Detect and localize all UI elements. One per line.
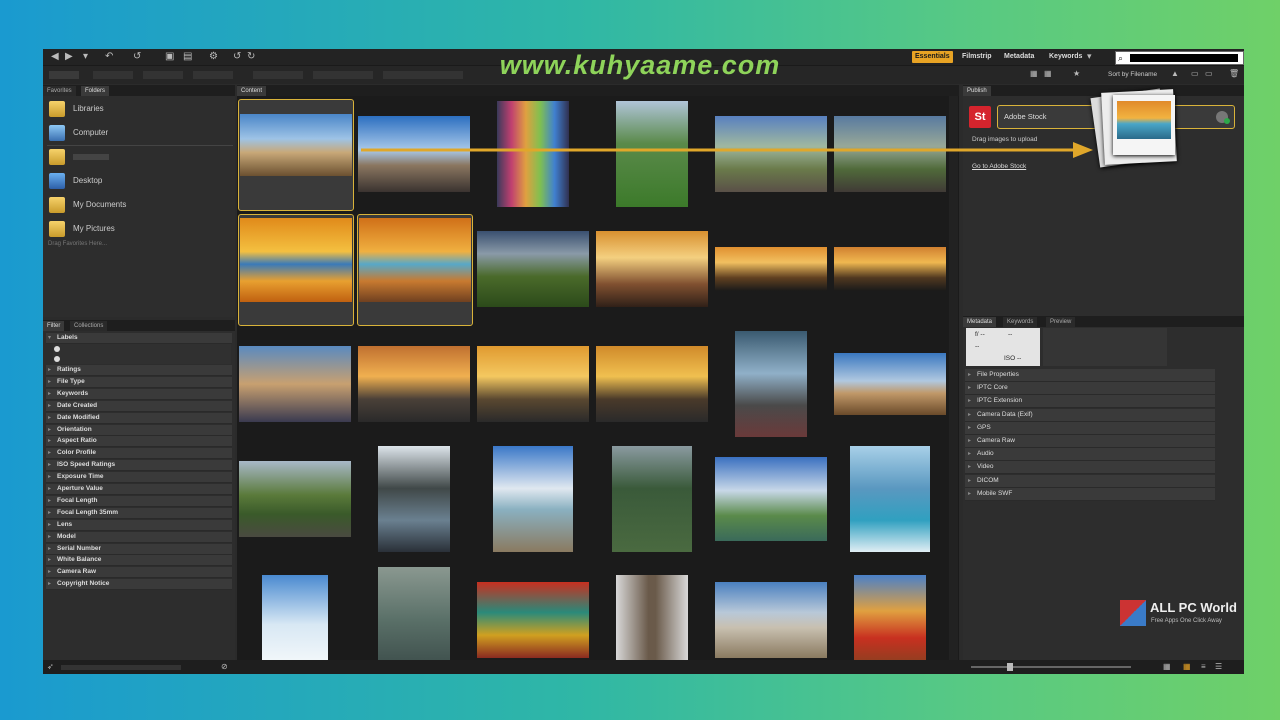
allpcworld-logo: ALL PC World Free Apps One Click Away (1120, 596, 1250, 630)
metadata-section-camera-raw[interactable]: ▸ Camera Raw (965, 435, 1215, 448)
tab-preview[interactable]: Preview (1046, 317, 1076, 327)
list-view-icon[interactable]: ☰ (1215, 662, 1222, 672)
site-watermark: www.kuhyaame.com (499, 50, 781, 80)
bridge-window: ◀ ▶ ▾ ↶ ↺ ▣ ▤ ⚙ ↺ ↻ Essentials Filmstrip… (43, 49, 1244, 674)
metadata-section-file-properties[interactable]: ▸ File Properties (965, 369, 1215, 382)
camera-info-box: f/ -- -- -- ISO -- (966, 328, 1040, 366)
expand-icon: ▸ (968, 464, 972, 471)
thumbnail-view-icon[interactable]: ▦ (1183, 662, 1191, 672)
expand-icon: ▸ (968, 398, 972, 405)
filter-toggle-icon[interactable]: ⊘ (221, 662, 228, 672)
expand-icon: ▸ (968, 451, 972, 458)
metadata-section-video[interactable]: ▸ Video (965, 461, 1215, 475)
expand-icon: ▸ (968, 490, 972, 497)
grid-view-icon[interactable]: ▦ (1163, 662, 1171, 672)
expand-icon: ▸ (968, 411, 972, 418)
expand-icon: ▸ (968, 372, 972, 378)
metadata-section-audio[interactable]: ▸ Audio (965, 448, 1215, 462)
metadata-section-dicom[interactable]: ▸ DICOM (965, 474, 1215, 488)
tab-metadata[interactable]: Metadata (963, 317, 997, 327)
expand-icon: ▸ (968, 424, 972, 431)
file-info-box (1043, 328, 1167, 366)
status-bar: ➶ ⊘ ▦ ▦ ≡ ☰ (43, 660, 1244, 674)
tab-keywords[interactable]: Keywords (1003, 317, 1038, 327)
metadata-section-mobile-swf[interactable]: ▸ Mobile SWF (965, 487, 1215, 501)
arrow-head-icon (1073, 142, 1093, 158)
thumbnail-size-slider[interactable] (971, 663, 1131, 671)
details-view-icon[interactable]: ≡ (1201, 662, 1206, 672)
metadata-section-iptc-core[interactable]: ▸ IPTC Core (965, 382, 1215, 396)
expand-icon: ▸ (968, 385, 972, 392)
expand-icon: ▸ (968, 438, 972, 444)
pin-icon[interactable]: ➶ (47, 662, 54, 672)
metadata-section-gps[interactable]: ▸ GPS (965, 421, 1215, 435)
metadata-section-iptc-extension[interactable]: ▸ IPTC Extension (965, 395, 1215, 409)
expand-icon: ▸ (968, 477, 972, 484)
metadata-section-camera-data-exif-[interactable]: ▸ Camera Data (Exif) (965, 408, 1215, 422)
